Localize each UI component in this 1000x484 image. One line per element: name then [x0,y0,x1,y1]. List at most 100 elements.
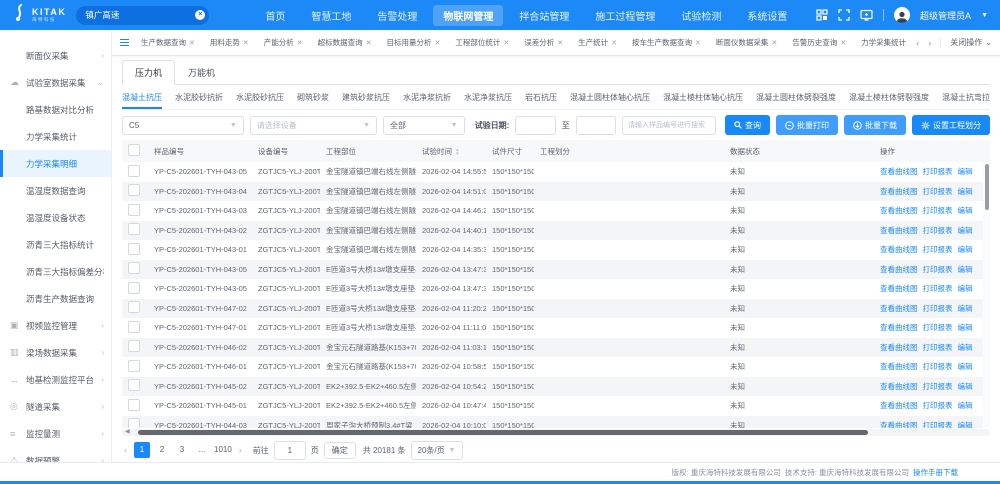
row-checkbox[interactable] [128,321,140,333]
row-checkbox[interactable] [128,184,140,196]
action-link[interactable]: 查看曲线图 [880,343,918,352]
user-name[interactable]: 超级管理员A [920,9,971,22]
action-link[interactable]: 编辑 [958,226,973,235]
query-button[interactable]: 查询 [725,115,770,135]
category-tab[interactable]: 混凝土圆柱体劈裂强度 [756,85,836,109]
caret-down-icon[interactable]: ▼ [981,12,988,19]
action-link[interactable]: 打印报表 [923,284,953,293]
sidebar-item[interactable]: ▥ 梁场数据采集 › [0,339,111,366]
confirm-button[interactable]: 确定 [324,442,356,459]
tabs-menu-icon[interactable] [120,39,129,47]
close-icon[interactable]: ✕ [771,39,777,47]
open-tab[interactable]: 告警历史查询 ✕ [786,35,852,51]
avatar[interactable] [894,7,910,23]
action-link[interactable]: 打印报表 [923,226,953,235]
action-link[interactable]: 编辑 [958,421,973,428]
category-tab[interactable]: 岩石抗压 [525,85,557,109]
open-tab[interactable]: 生产数据查询 ✕ [135,35,201,51]
close-icon[interactable]: ✕ [189,39,195,47]
category-tab[interactable]: 水泥胶砂抗压 [236,85,284,109]
page-number[interactable]: 2 [154,442,170,458]
select-all-checkbox[interactable] [128,144,140,156]
action-link[interactable]: 打印报表 [923,382,953,391]
topnav-item[interactable]: 物联网管理 [433,5,503,26]
tabs-prev-icon[interactable]: ‹ [916,38,919,48]
page-size-select[interactable]: 20条/页 ▼ [411,441,463,460]
action-link[interactable]: 编辑 [958,304,973,313]
tabs-next-icon[interactable]: › [928,38,931,48]
goto-page-input[interactable] [274,441,306,460]
open-tab[interactable]: 目标用量分析 ✕ [381,35,447,51]
action-link[interactable]: 查看曲线图 [880,167,918,176]
next-page-icon[interactable]: › [237,445,244,455]
machine-tab[interactable]: 压力机 [122,60,175,85]
topnav-item[interactable]: 智慧工地 [301,5,361,26]
open-tab[interactable]: 产能分析 ✕ [258,35,309,51]
action-link[interactable]: 查看曲线图 [880,226,918,235]
close-icon[interactable]: ✕ [695,39,701,47]
action-link[interactable]: 查看曲线图 [880,265,918,274]
project-select[interactable]: 镇广高速 × [76,6,209,25]
row-checkbox[interactable] [128,301,140,313]
horizontal-scrollbar[interactable]: ◀ [122,429,990,436]
action-link[interactable]: 编辑 [958,323,973,332]
action-link[interactable]: 查看曲线图 [880,187,918,196]
category-tab[interactable]: 水泥胶砂抗折 [175,85,223,109]
action-link[interactable]: 打印报表 [923,206,953,215]
sidebar-item[interactable]: ↔ 地基检测监控平台 › [0,366,111,393]
close-icon[interactable]: ✕ [297,39,303,47]
topnav-item[interactable]: 告警处理 [367,5,427,26]
close-icon[interactable]: ✕ [503,39,509,47]
action-link[interactable]: 查看曲线图 [880,304,918,313]
topnav-item[interactable]: 系统设置 [737,5,797,26]
sidebar-item[interactable]: ≡ 监控量测 › [0,420,111,447]
column-header[interactable]: 工程部位 [320,140,416,162]
topnav-item[interactable]: 首页 [255,5,295,26]
action-link[interactable]: 编辑 [958,362,973,371]
row-checkbox[interactable] [128,282,140,294]
sidebar-item[interactable]: 沥青三大指标偏差分析 [0,258,111,285]
sidebar-item[interactable]: ▣ 视频监控管理 › [0,312,111,339]
action-link[interactable]: 查看曲线图 [880,206,918,215]
grid-icon[interactable] [816,9,828,21]
sort-icon[interactable]: ▲▼ [455,148,459,155]
project-type-select[interactable]: C5 ▼ [122,116,244,135]
action-link[interactable]: 打印报表 [923,323,953,332]
column-header[interactable]: 试件尺寸 [486,140,534,162]
open-tab[interactable]: 力学采集统计 ✕ [855,35,910,51]
column-header[interactable]: 工程划分 [534,140,724,162]
column-header[interactable]: 样品编号 [148,140,252,162]
category-tab[interactable]: 水泥净浆抗压 [464,85,512,109]
sidebar-item[interactable]: 沥青生产数据查询 [0,285,111,312]
topnav-item[interactable]: 拌合站管理 [509,5,579,26]
device-select[interactable]: 请选择设备 ▼ [250,116,377,135]
action-link[interactable]: 查看曲线图 [880,401,918,410]
batch-download-button[interactable]: 批量下载 [844,115,906,135]
row-checkbox[interactable] [128,360,140,372]
row-checkbox[interactable] [128,165,140,177]
vertical-scrollbar-thumb[interactable] [985,164,990,210]
fullscreen-icon[interactable] [838,9,850,21]
action-link[interactable]: 编辑 [958,343,973,352]
action-link[interactable]: 打印报表 [923,304,953,313]
action-link[interactable]: 查看曲线图 [880,284,918,293]
action-link[interactable]: 编辑 [958,401,973,410]
open-tab[interactable]: 生产统计 ✕ [572,35,623,51]
action-link[interactable]: 查看曲线图 [880,421,918,428]
column-header[interactable]: 设备编号 [252,140,320,162]
action-link[interactable]: 编辑 [958,245,973,254]
close-icon[interactable]: ✕ [840,39,846,47]
open-tab[interactable]: 用料走势 ✕ [204,35,255,51]
category-tab[interactable]: 水泥净浆抗折 [403,85,451,109]
page-number[interactable]: 1010 [214,442,232,458]
monitor-icon[interactable] [860,9,873,21]
category-tab[interactable]: 建筑砂浆抗压 [342,85,390,109]
close-icon[interactable]: ✕ [243,39,249,47]
row-checkbox[interactable] [128,379,140,391]
action-link[interactable]: 打印报表 [923,245,953,254]
date-start-input[interactable] [515,116,555,135]
close-icon[interactable]: ✕ [557,39,563,47]
row-checkbox[interactable] [128,243,140,255]
category-tab[interactable]: 混凝土棱柱体轴心抗压 [663,85,743,109]
row-checkbox[interactable] [128,340,140,352]
